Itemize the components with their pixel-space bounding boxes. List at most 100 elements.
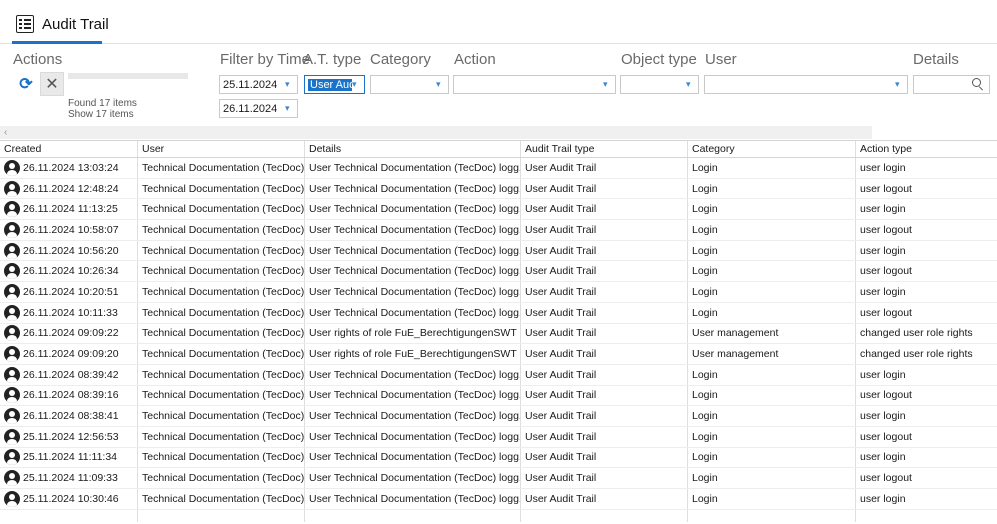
cell-created: 26.11.2024 10:20:51	[0, 282, 137, 302]
cell-action-type-text: changed user role rights	[860, 327, 973, 340]
cell-category: Login	[687, 282, 855, 302]
table-row[interactable]: 26.11.2024 12:48:24 Technical Documentati…	[0, 178, 997, 200]
cell-category-text: Login	[692, 161, 718, 174]
table-row[interactable]: 26.11.2024 10:20:51 Technical Documentati…	[0, 282, 997, 303]
table-row[interactable]: 26.11.2024 10:11:33 Technical Documentati…	[0, 302, 997, 324]
horizontal-scrollbar[interactable]: ‹	[0, 126, 872, 139]
cell-user-text: Technical Documentation (TecDoc)	[142, 203, 304, 216]
cell-action-type: user logout	[855, 426, 997, 447]
user-avatar-icon	[4, 325, 20, 342]
tab-strip: Audit Trail	[0, 0, 997, 44]
date-from-value: 25.11.2024	[223, 78, 278, 91]
cell-category-text: User management	[692, 327, 779, 340]
cell-category: Login	[687, 261, 855, 282]
cell-action-type: user login	[855, 240, 997, 261]
column-header-created[interactable]: Created	[0, 141, 137, 157]
column-header-category[interactable]: Category	[687, 141, 855, 157]
cell-action-type: user logout	[855, 220, 997, 240]
table-row[interactable]: 26.11.2024 11:13:25 Technical Documentati…	[0, 199, 997, 221]
empty-cell	[855, 509, 997, 522]
grid-body: 26.11.2024 13:03:24 Technical Documentati…	[0, 158, 997, 510]
column-header-action-type[interactable]: Action type	[855, 141, 997, 157]
cell-audit-trail-type: User Audit Trail	[520, 385, 687, 406]
date-to-picker[interactable]: 26.11.2024 ▾	[219, 99, 298, 118]
cell-user-text: Technical Documentation (TecDoc)	[142, 285, 304, 298]
cell-details: User Technical Documentation (TecDoc) lo…	[304, 199, 520, 220]
cell-category-text: Login	[692, 492, 718, 505]
cell-category: Login	[687, 199, 855, 220]
cell-audit-trail-type: User Audit Trail	[520, 302, 687, 323]
column-header-details[interactable]: Details	[304, 141, 520, 157]
table-row[interactable]: 26.11.2024 10:56:20 Technical Documentati…	[0, 240, 997, 262]
table-row[interactable]: 25.11.2024 12:56:53 Technical Documentati…	[0, 426, 997, 448]
details-search-input[interactable]	[913, 75, 990, 94]
cell-user-text: Technical Documentation (TecDoc)	[142, 492, 304, 505]
user-dropdown[interactable]: ▾	[704, 75, 908, 94]
cell-audit-trail-type-text: User Audit Trail	[525, 223, 597, 236]
cell-audit-trail-type-text: User Audit Trail	[525, 410, 597, 423]
cell-created-text: 26.11.2024 10:58:07	[23, 223, 119, 236]
cell-audit-trail-type-text: User Audit Trail	[525, 389, 597, 402]
user-avatar-icon	[4, 470, 20, 487]
cell-user-text: Technical Documentation (TecDoc)	[142, 410, 304, 423]
chevron-down-icon: ▾	[285, 103, 290, 113]
chevron-left-icon[interactable]: ‹	[4, 126, 7, 139]
user-avatar-icon	[4, 366, 20, 383]
cell-category-text: Login	[692, 203, 718, 216]
table-row[interactable]: 26.11.2024 09:09:20 Technical Documentati…	[0, 344, 997, 365]
table-row[interactable]: 26.11.2024 13:03:24 Technical Documentati…	[0, 158, 997, 179]
table-row[interactable]: 26.11.2024 10:26:34 Technical Documentati…	[0, 261, 997, 283]
cell-action-type: user login	[855, 199, 997, 220]
cell-user: Technical Documentation (TecDoc)	[137, 158, 304, 178]
user-avatar-icon	[4, 387, 20, 404]
table-row[interactable]: 26.11.2024 08:39:42 Technical Documentati…	[0, 364, 997, 386]
table-row[interactable]: 25.11.2024 11:09:33 Technical Documentati…	[0, 468, 997, 489]
cell-action-type-text: user login	[860, 285, 906, 298]
user-avatar-icon	[4, 242, 20, 259]
object-type-dropdown[interactable]: ▾	[620, 75, 699, 94]
cell-user: Technical Documentation (TecDoc)	[137, 489, 304, 509]
clear-button[interactable]: ✕	[40, 72, 64, 96]
cell-audit-trail-type: User Audit Trail	[520, 406, 687, 426]
cell-action-type: changed user role rights	[855, 323, 997, 344]
cell-details: User Technical Documentation (TecDoc) lo…	[304, 364, 520, 385]
category-label: Category	[370, 51, 431, 68]
cell-user-text: Technical Documentation (TecDoc)	[142, 306, 304, 319]
column-header-user[interactable]: User	[137, 141, 304, 157]
close-icon: ✕	[45, 76, 59, 93]
at-type-dropdown[interactable]: User Audi ▾	[304, 75, 365, 94]
refresh-button[interactable]: ⟳	[16, 74, 36, 94]
table-row[interactable]: 26.11.2024 08:38:41 Technical Documentati…	[0, 406, 997, 427]
cell-user: Technical Documentation (TecDoc)	[137, 178, 304, 199]
category-dropdown[interactable]: ▾	[370, 75, 449, 94]
cell-action-type-text: changed user role rights	[860, 348, 973, 361]
table-row[interactable]: 25.11.2024 10:30:46 Technical Documentati…	[0, 489, 997, 510]
date-from-picker[interactable]: 25.11.2024 ▾	[219, 75, 298, 94]
tab-audit-trail[interactable]: Audit Trail	[10, 8, 115, 40]
table-row[interactable]: 26.11.2024 09:09:22 Technical Documentati…	[0, 323, 997, 345]
user-avatar-icon	[4, 408, 20, 425]
action-dropdown[interactable]: ▾	[453, 75, 616, 94]
cell-created: 25.11.2024 12:56:53	[0, 427, 137, 447]
cell-action-type-text: user logout	[860, 265, 912, 278]
user-avatar-icon	[4, 490, 20, 507]
table-row[interactable]: 25.11.2024 11:11:34 Technical Documentati…	[0, 447, 997, 469]
table-row[interactable]: 26.11.2024 10:58:07 Technical Documentati…	[0, 220, 997, 241]
cell-details: User Technical Documentation (TecDoc) lo…	[304, 240, 520, 261]
cell-audit-trail-type-text: User Audit Trail	[525, 306, 597, 319]
cell-created: 26.11.2024 10:58:07	[0, 220, 137, 240]
cell-details: User rights of role FuE_BerechtigungenSW…	[304, 323, 520, 344]
user-avatar-icon	[4, 159, 20, 176]
cell-action-type-text: user logout	[860, 306, 912, 319]
user-avatar-icon	[4, 346, 20, 363]
column-header-audit-trail-type[interactable]: Audit Trail type	[520, 141, 687, 157]
progress-bar	[68, 73, 188, 79]
cell-details-text: User Technical Documentation (TecDoc) lo…	[309, 161, 520, 174]
grid-header: Created User Details Audit Trail type Ca…	[0, 140, 997, 158]
cell-audit-trail-type-text: User Audit Trail	[525, 348, 597, 361]
cell-user-text: Technical Documentation (TecDoc)	[142, 182, 304, 195]
table-row[interactable]: 26.11.2024 08:39:16 Technical Documentati…	[0, 385, 997, 407]
cell-created: 26.11.2024 08:39:42	[0, 365, 137, 385]
cell-user-text: Technical Documentation (TecDoc)	[142, 265, 304, 278]
cell-action-type: user login	[855, 489, 997, 509]
